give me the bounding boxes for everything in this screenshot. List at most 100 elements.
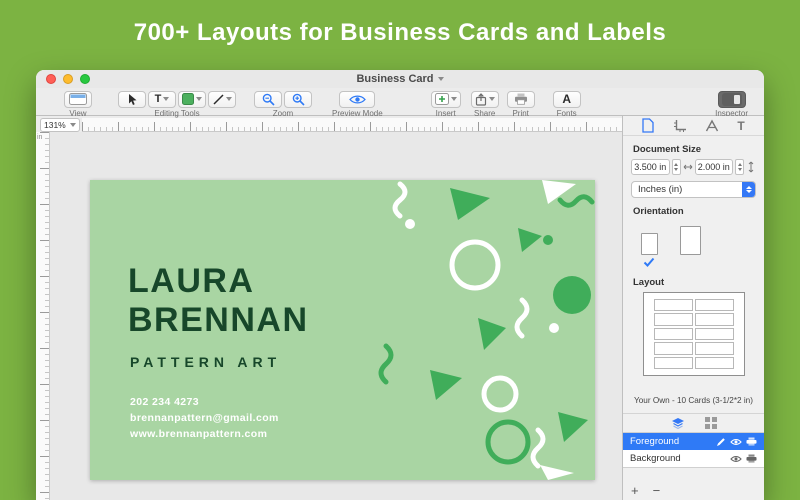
zoom-level-value: 131%	[44, 120, 66, 130]
cursor-icon	[127, 93, 138, 106]
toolbar-group-fonts: A Fonts	[553, 90, 581, 118]
units-select[interactable]: Inches (in)	[631, 181, 756, 198]
height-dimension-icon	[746, 161, 756, 173]
share-icon	[475, 93, 487, 106]
text-tool-button[interactable]: T	[148, 91, 176, 108]
chevron-down-icon[interactable]	[438, 77, 444, 81]
toolbar-group-print: Print	[507, 90, 535, 118]
eye-icon[interactable]	[730, 455, 742, 463]
layout-cell	[695, 328, 734, 340]
text-tool-icon: T	[155, 93, 162, 105]
inspector-panel: T Document Size 3.500 in 2.000 in Inches…	[622, 116, 764, 500]
layout-cell	[695, 357, 734, 369]
printer-icon[interactable]	[746, 454, 757, 463]
banner: 700+ Layouts for Business Cards and Labe…	[0, 0, 800, 66]
height-field[interactable]: 2.000 in	[695, 159, 734, 175]
height-stepper[interactable]	[735, 159, 744, 175]
layer-row-foreground[interactable]: Foreground	[623, 433, 764, 450]
zoom-label: Zoom	[273, 109, 293, 118]
toolbar-group-inspector: Inspector	[715, 90, 748, 118]
card-name-text[interactable]: LAURA BRENNAN	[128, 262, 309, 340]
print-button[interactable]	[507, 91, 535, 108]
orientation-label: Orientation	[633, 206, 764, 217]
zoom-out-button[interactable]	[254, 91, 282, 108]
layers-mode-tabs	[623, 414, 764, 432]
orientation-selected-check	[643, 257, 764, 269]
insert-icon	[435, 93, 449, 105]
layer-label: Foreground	[630, 436, 679, 447]
text-tab-icon[interactable]: T	[737, 119, 744, 133]
card-tagline-text[interactable]: PATTERN ART	[130, 354, 281, 370]
chevron-down-icon	[70, 123, 76, 127]
layout-caption: Your Own - 10 Cards (3-1/2*2 in)	[623, 396, 764, 405]
printer-icon[interactable]	[746, 437, 757, 446]
layout-cell	[695, 342, 734, 354]
card-name-line1: LAURA	[128, 262, 309, 301]
layer-label: Background	[630, 453, 681, 464]
document-size-row: 3.500 in 2.000 in	[631, 159, 756, 175]
preview-mode-label: Preview Mode	[332, 109, 383, 118]
zoom-level-select[interactable]: 131%	[40, 118, 80, 132]
preview-mode-button[interactable]	[339, 91, 375, 108]
document-tab-icon[interactable]	[642, 118, 654, 133]
chevron-down-icon	[489, 97, 495, 101]
view-icon	[69, 93, 87, 105]
insert-button[interactable]	[431, 91, 461, 108]
eye-icon[interactable]	[730, 438, 742, 446]
minimize-window-button[interactable]	[63, 74, 73, 84]
pencil-icon[interactable]	[716, 437, 726, 447]
toolbar-group-zoom: Zoom	[254, 90, 312, 118]
width-field[interactable]: 3.500 in	[631, 159, 670, 175]
select-tool-button[interactable]	[118, 91, 146, 108]
line-tool-icon	[213, 94, 224, 105]
close-window-button[interactable]	[46, 74, 56, 84]
share-button[interactable]	[471, 91, 499, 108]
traffic-lights	[46, 74, 90, 84]
view-button[interactable]	[64, 91, 92, 108]
width-dimension-icon	[683, 161, 693, 173]
popup-arrows-icon	[742, 181, 755, 198]
layout-cell	[654, 313, 693, 325]
fonts-label: Fonts	[557, 109, 577, 118]
ruler-unit-label: in	[37, 134, 42, 141]
toolbar-group-editing: T Editing Tools	[118, 90, 236, 118]
chevron-down-icon	[451, 97, 457, 101]
inspector-button[interactable]	[718, 91, 746, 108]
inspector-tabs: T	[623, 116, 764, 136]
card-contact-text[interactable]: 202 234 4273 brennanpattern@gmail.com ww…	[130, 394, 279, 442]
chevron-down-icon	[163, 97, 169, 101]
units-value: Inches (in)	[638, 184, 682, 195]
screenshot-root: 700+ Layouts for Business Cards and Labe…	[0, 0, 800, 500]
add-layer-button[interactable]: +	[631, 484, 639, 497]
color-tool-button[interactable]	[178, 91, 206, 108]
card-phone: 202 234 4273	[130, 394, 279, 410]
layer-row-background[interactable]: Background	[623, 450, 764, 467]
document-canvas[interactable]: LAURA BRENNAN PATTERN ART 202 234 4273 b…	[50, 132, 622, 500]
app-window: Business Card View	[36, 70, 764, 500]
line-tool-button[interactable]	[208, 91, 236, 108]
fonts-button[interactable]: A	[553, 91, 581, 108]
vertical-ruler: in	[36, 132, 50, 500]
layout-cell	[654, 299, 693, 311]
zoom-in-icon	[292, 93, 305, 106]
width-stepper[interactable]	[672, 159, 681, 175]
banner-title: 700+ Layouts for Business Cards and Labe…	[134, 19, 667, 47]
orientation-portrait-icon[interactable]	[641, 233, 658, 255]
share-label: Share	[474, 109, 495, 118]
zoom-in-button[interactable]	[284, 91, 312, 108]
print-label: Print	[512, 109, 528, 118]
guides-tab-icon[interactable]	[705, 119, 719, 132]
toolbar-group-share: Share	[471, 90, 499, 118]
toolbar: View T	[36, 88, 764, 116]
margins-tab-icon[interactable]	[673, 119, 687, 133]
view-label: View	[69, 109, 86, 118]
chevron-down-icon	[196, 97, 202, 101]
layers-tab-icon[interactable]	[671, 417, 685, 430]
horizontal-ruler	[82, 118, 622, 132]
zoom-window-button[interactable]	[80, 74, 90, 84]
remove-layer-button[interactable]: −	[653, 484, 661, 497]
grid-tab-icon[interactable]	[705, 417, 717, 429]
orientation-landscape-icon[interactable]	[680, 226, 701, 255]
business-card-artwork[interactable]: LAURA BRENNAN PATTERN ART 202 234 4273 b…	[90, 180, 595, 480]
insert-label: Insert	[436, 109, 456, 118]
